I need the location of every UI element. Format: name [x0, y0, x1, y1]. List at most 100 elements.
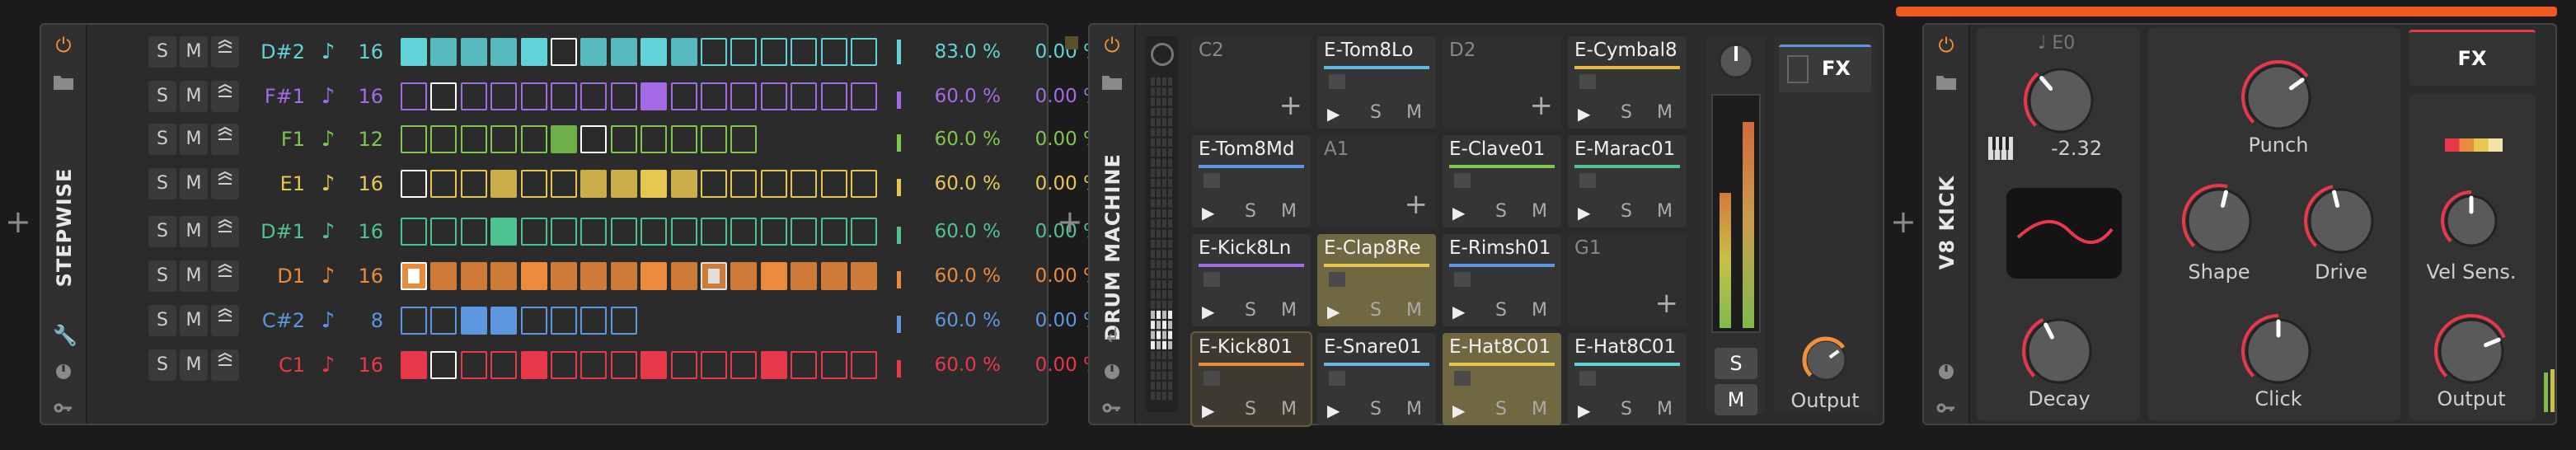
velocity-bar[interactable] — [897, 40, 901, 64]
modulator-icon[interactable] — [1101, 363, 1123, 384]
solo-button[interactable]: S — [148, 124, 176, 155]
step-cell[interactable] — [430, 170, 457, 198]
drum-pad[interactable]: E-Marac01 ▶ S M — [1568, 135, 1687, 227]
note-value-icon[interactable]: ♪ — [317, 303, 339, 338]
solo-button[interactable]: S — [148, 305, 176, 336]
drum-pad[interactable]: E-Snare01 ▶ S M — [1317, 333, 1436, 425]
tune-knob[interactable] — [2021, 61, 2100, 140]
pad-solo-button[interactable]: S — [1621, 399, 1632, 420]
step-cell[interactable] — [520, 170, 547, 198]
pad-solo-button[interactable]: S — [1370, 399, 1382, 420]
step-cell[interactable] — [610, 38, 637, 66]
step-cell[interactable] — [791, 262, 818, 290]
step-cell[interactable] — [430, 218, 457, 246]
play-icon[interactable]: ▶ — [1327, 302, 1340, 321]
step-cell[interactable] — [401, 38, 427, 66]
note-label[interactable]: D#2 — [239, 35, 305, 69]
step-cell[interactable] — [551, 307, 577, 335]
step-cell[interactable] — [551, 125, 577, 153]
step-cell[interactable] — [760, 170, 787, 198]
step-cell[interactable] — [401, 218, 427, 246]
gate-mode-button[interactable] — [211, 36, 239, 68]
step-cell[interactable] — [580, 125, 608, 153]
step-cell[interactable] — [551, 351, 577, 379]
step-cell[interactable] — [791, 218, 818, 246]
note-value-icon[interactable]: ♪ — [317, 79, 339, 114]
solo-button[interactable]: S — [148, 349, 176, 381]
step-cell[interactable] — [701, 38, 727, 66]
folder-icon[interactable] — [53, 73, 74, 94]
pad-mute-button[interactable]: M — [1406, 399, 1422, 420]
step-cell[interactable] — [551, 170, 577, 198]
drum-pad[interactable]: E-Clap8Re ▶ S M — [1317, 234, 1436, 326]
note-label[interactable]: E1 — [239, 166, 305, 201]
gate-mode-button[interactable] — [211, 349, 239, 381]
step-cell[interactable] — [670, 218, 697, 246]
step-cell[interactable] — [460, 125, 487, 153]
play-icon[interactable]: ▶ — [1327, 401, 1340, 420]
step-count[interactable]: 12 — [350, 122, 383, 157]
step-cell[interactable] — [730, 351, 758, 379]
key-icon[interactable] — [1101, 397, 1123, 419]
play-icon[interactable]: ▶ — [1452, 401, 1465, 420]
play-icon[interactable]: ▶ — [1452, 203, 1465, 223]
step-cell[interactable] — [640, 170, 668, 198]
pad-mute-button[interactable]: M — [1281, 300, 1297, 321]
drum-pad[interactable]: E-Kick801 ▶ S M — [1190, 331, 1312, 427]
step-cell[interactable] — [670, 351, 697, 379]
step-cell[interactable] — [490, 38, 518, 66]
mute-button[interactable]: M — [180, 216, 208, 247]
step-cell[interactable] — [610, 351, 637, 379]
step-cell[interactable] — [490, 218, 518, 246]
step-cell[interactable] — [460, 218, 487, 246]
step-count[interactable]: 16 — [350, 79, 383, 114]
drum-pad[interactable]: E-Cymbal8 ▶ S M — [1568, 36, 1687, 129]
probability-value[interactable]: 83.0 % — [908, 35, 1001, 69]
fx-button[interactable]: FX — [1779, 45, 1871, 92]
pad-solo-button[interactable]: S — [1621, 201, 1632, 222]
play-icon[interactable]: ▶ — [1327, 104, 1340, 124]
folder-icon[interactable] — [1101, 73, 1123, 94]
step-cell[interactable] — [551, 38, 577, 66]
add-device-button-mid[interactable]: + — [1057, 206, 1083, 237]
play-icon[interactable]: ▶ — [1202, 203, 1214, 223]
velocity-bar[interactable] — [897, 91, 901, 109]
step-cell[interactable] — [401, 170, 427, 198]
step-cell[interactable] — [610, 262, 637, 290]
vel-sens-knob[interactable] — [2438, 188, 2504, 254]
fx-button[interactable]: FX — [2409, 30, 2536, 86]
velocity-bar[interactable] — [897, 360, 901, 377]
pad-solo-button[interactable]: S — [1370, 102, 1382, 123]
modulator-icon[interactable] — [1936, 363, 1957, 384]
mute-button[interactable]: M — [180, 36, 208, 68]
play-icon[interactable]: ▶ — [1452, 302, 1465, 321]
pad-overview[interactable] — [1146, 36, 1179, 412]
pad-mute-button[interactable]: M — [1406, 300, 1422, 321]
probability-value[interactable]: 60.0 % — [908, 259, 1001, 293]
step-cell[interactable] — [670, 125, 697, 153]
pad-solo-button[interactable]: S — [1370, 300, 1382, 321]
step-cell[interactable] — [820, 170, 847, 198]
step-cell[interactable] — [490, 351, 518, 379]
step-cell[interactable] — [580, 38, 608, 66]
gate-mode-button[interactable] — [211, 168, 239, 199]
punch-knob[interactable] — [2239, 58, 2318, 137]
solo-button[interactable]: S — [148, 81, 176, 112]
mute-button[interactable]: M — [180, 168, 208, 199]
step-cell[interactable] — [730, 125, 758, 153]
step-cell[interactable] — [760, 82, 787, 110]
velocity-bar[interactable] — [897, 271, 901, 288]
step-cell[interactable] — [520, 307, 547, 335]
note-label[interactable]: D1 — [239, 259, 305, 293]
step-cell[interactable] — [430, 82, 457, 110]
drum-pad[interactable]: A1 + — [1317, 135, 1436, 227]
step-cell[interactable] — [490, 307, 518, 335]
step-cell[interactable] — [640, 218, 668, 246]
play-icon[interactable]: ▶ — [1202, 302, 1214, 321]
step-cell[interactable] — [760, 351, 787, 379]
step-cell[interactable] — [401, 125, 427, 153]
gate-mode-button[interactable] — [211, 124, 239, 155]
step-count[interactable]: 16 — [350, 166, 383, 201]
modulator-icon[interactable] — [53, 363, 74, 384]
step-cell[interactable] — [701, 82, 727, 110]
